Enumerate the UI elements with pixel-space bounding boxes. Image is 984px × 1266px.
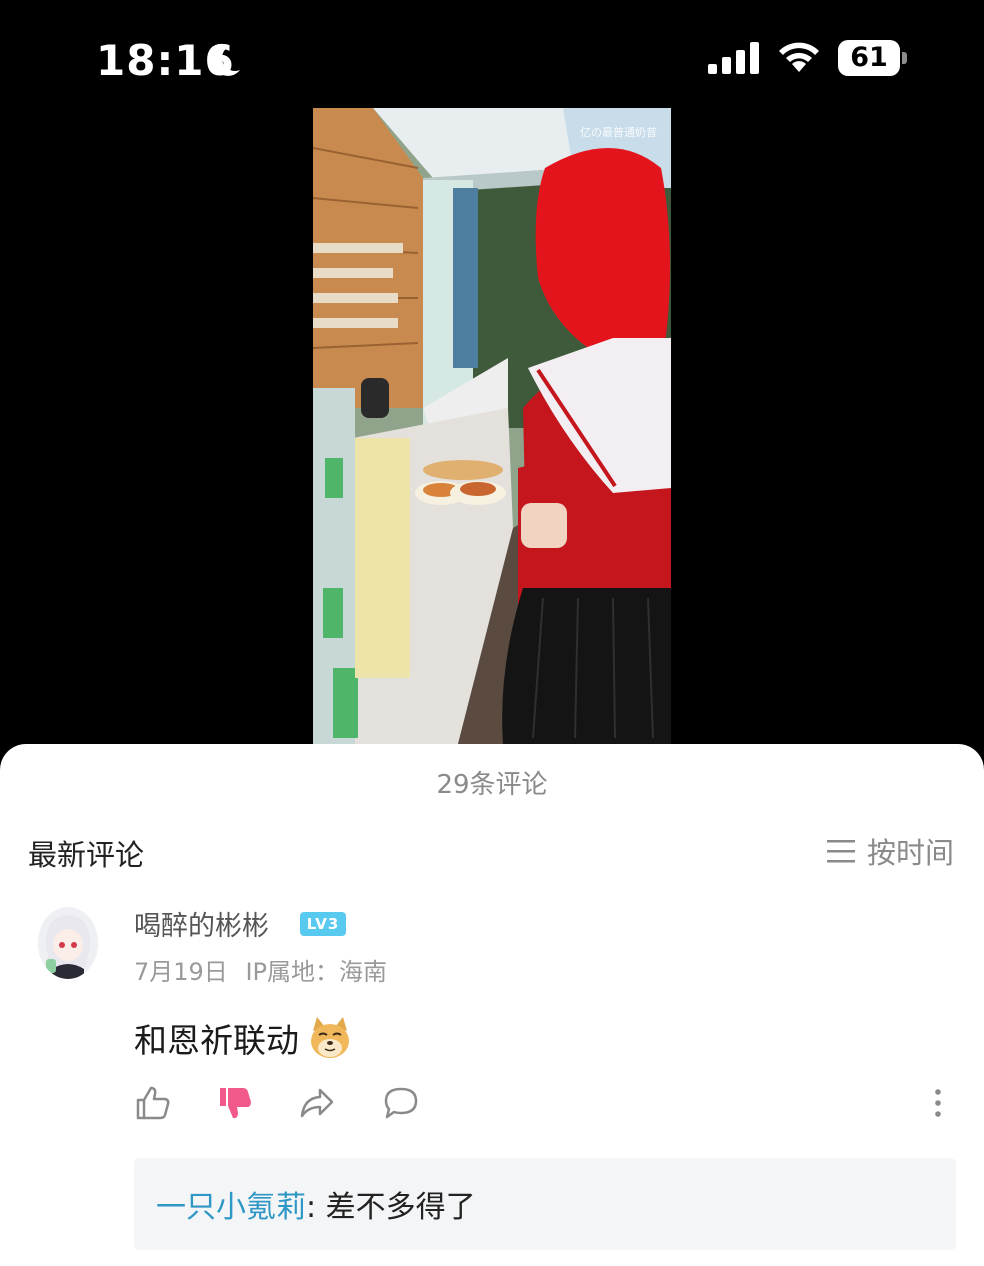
reply-preview[interactable]: 一只小氪莉: 差不多得了 [134, 1158, 956, 1250]
wifi-icon [779, 42, 819, 72]
battery-body: 61 [838, 40, 900, 76]
status-bar: 18:16 61 [0, 0, 984, 120]
reply-line: 一只小氪莉: 差不多得了 [156, 1182, 476, 1226]
list-icon [826, 840, 855, 863]
sort-label: 按时间 [866, 836, 954, 870]
reply-separator: : [306, 1190, 326, 1225]
reply-icon[interactable] [382, 1084, 420, 1122]
video-watermark: 亿の最普通奶昔 [580, 126, 657, 139]
doge-icon [311, 1017, 349, 1058]
comment-count: 29条评论 [436, 770, 548, 800]
comment-ip-location: IP属地：海南 [245, 958, 388, 986]
battery-icon: 61 [838, 40, 908, 76]
avatar-image [38, 907, 98, 979]
battery-level: 61 [850, 42, 888, 73]
reply-username[interactable]: 一只小氪莉 [156, 1190, 306, 1225]
comments-sheet: 29条评论 最新评论 按时间 喝醉的彬彬 LV3 7月19日 IP属地：海南 和… [0, 744, 984, 1266]
comment-date: 7月19日 [134, 958, 228, 986]
more-icon[interactable] [924, 1084, 952, 1122]
section-title: 最新评论 [28, 838, 145, 872]
like-icon[interactable] [134, 1084, 172, 1122]
video-frame [313, 108, 671, 744]
comment-actions [134, 1084, 954, 1124]
signal-icon [708, 42, 759, 74]
avatar[interactable] [38, 907, 98, 979]
dislike-icon[interactable] [216, 1084, 254, 1122]
comment-meta: 7月19日 IP属地：海南 [134, 952, 387, 987]
share-icon[interactable] [298, 1084, 336, 1122]
moon-icon [213, 45, 240, 76]
video-player[interactable]: 亿の最普通奶昔 [313, 108, 671, 744]
battery-tip [902, 52, 907, 64]
sort-button[interactable]: 按时间 [826, 830, 954, 872]
screen: 18:16 61 亿の最普通奶昔 29条评论 最新评论 按时间 喝醉的彬彬 LV… [0, 0, 984, 1266]
level-badge: LV3 [300, 912, 346, 936]
comment-username[interactable]: 喝醉的彬彬 [134, 904, 269, 943]
comment-body: 和恩祈联动 [134, 1021, 299, 1060]
comment-text: 和恩祈联动 [134, 1014, 353, 1062]
reply-text: 差不多得了 [325, 1190, 476, 1225]
